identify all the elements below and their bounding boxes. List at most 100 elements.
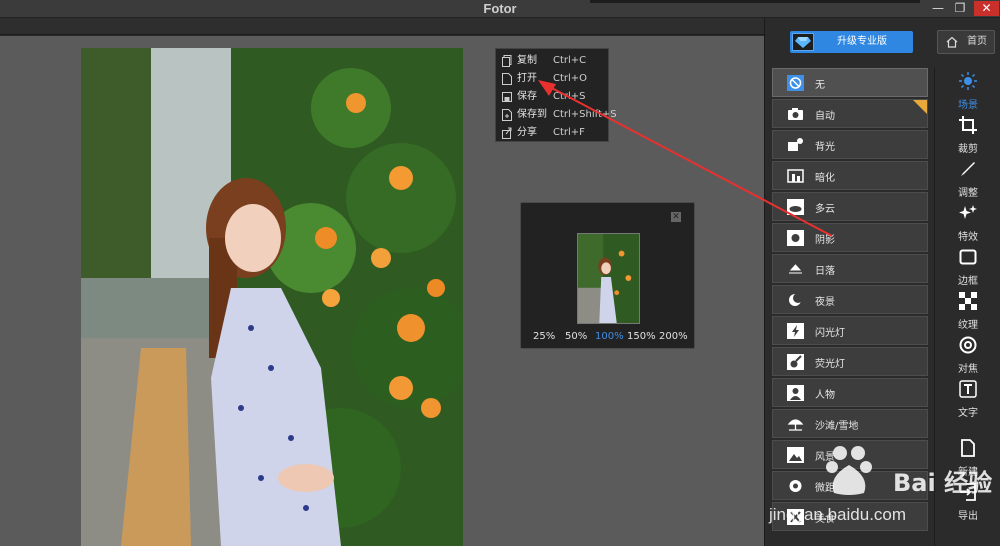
texture-icon bbox=[959, 292, 977, 310]
tool-label: 纹理 bbox=[958, 320, 978, 331]
restore-button[interactable]: ❐ bbox=[950, 1, 970, 16]
menu-item-label: 保存到 bbox=[517, 109, 547, 120]
effect-label: 日落 bbox=[815, 266, 835, 277]
beach-icon bbox=[787, 419, 804, 431]
fluorescent-icon bbox=[787, 354, 804, 370]
menu-item-shortcut: Ctrl+C bbox=[553, 55, 587, 66]
night-icon bbox=[789, 293, 803, 306]
menu-item-open[interactable]: 打开 Ctrl+O bbox=[496, 70, 608, 88]
camera-auto-icon bbox=[788, 108, 803, 120]
tool-label: 对焦 bbox=[958, 364, 978, 375]
open-file-icon bbox=[502, 73, 512, 85]
diamond-icon bbox=[792, 33, 814, 51]
effect-cloudy[interactable]: 多云 bbox=[772, 192, 928, 221]
effects-icon bbox=[959, 205, 977, 219]
preview-navigator: ✕ 25% 50% 100% 150% 200% bbox=[520, 202, 695, 349]
effect-label: 阴影 bbox=[815, 235, 835, 246]
zoom-150[interactable]: 150% bbox=[627, 331, 656, 342]
zoom-levels: 25% 50% 100% 150% 200% bbox=[521, 331, 696, 345]
home-button[interactable]: 首页 bbox=[937, 30, 995, 54]
tool-texture[interactable]: 纹理 bbox=[938, 292, 998, 336]
effect-portrait[interactable]: 人物 bbox=[772, 378, 928, 407]
title-bar: Fotor — ❐ ✕ bbox=[0, 0, 1000, 18]
top-toolbar bbox=[0, 18, 764, 35]
menu-item-label: 分享 bbox=[517, 127, 537, 138]
frame-icon bbox=[959, 249, 977, 265]
zoom-50[interactable]: 50% bbox=[565, 331, 587, 342]
effect-beach[interactable]: 沙滩/雪地 bbox=[772, 409, 928, 438]
tool-scene[interactable]: 场景 bbox=[938, 72, 998, 116]
shade-icon bbox=[787, 230, 804, 246]
tool-adjust[interactable]: 调整 bbox=[938, 160, 998, 204]
context-menu: 复制 Ctrl+C 打开 Ctrl+O 保存 Ctrl+S 保存到 Ctrl+S… bbox=[495, 48, 617, 142]
tool-effects[interactable]: 特效 bbox=[938, 204, 998, 248]
menu-item-shortcut: Ctrl+O bbox=[553, 73, 588, 84]
menu-item-shortcut: Ctrl+Shift+S bbox=[553, 109, 617, 120]
effect-label: 闪光灯 bbox=[815, 328, 845, 339]
save-as-icon bbox=[502, 109, 512, 121]
none-icon bbox=[787, 75, 804, 91]
close-button[interactable]: ✕ bbox=[974, 1, 999, 16]
effect-label: 暗化 bbox=[815, 173, 835, 184]
minimize-button[interactable]: — bbox=[928, 1, 948, 16]
menu-item-save-as[interactable]: 保存到 Ctrl+Shift+S bbox=[496, 106, 617, 124]
tool-label: 边框 bbox=[958, 276, 978, 287]
home-label: 首页 bbox=[967, 36, 987, 47]
tool-label: 文字 bbox=[958, 408, 978, 419]
effect-night[interactable]: 夜景 bbox=[772, 285, 928, 314]
tool-label: 调整 bbox=[958, 188, 978, 199]
darken-icon bbox=[787, 169, 804, 183]
effect-label: 无 bbox=[815, 80, 825, 91]
text-icon bbox=[959, 380, 977, 398]
effect-none[interactable]: 无 bbox=[772, 68, 928, 97]
effect-label: 人物 bbox=[815, 390, 835, 401]
adjust-icon bbox=[961, 162, 975, 176]
effect-shade[interactable]: 阴影 bbox=[772, 223, 928, 252]
pro-badge bbox=[913, 100, 927, 114]
save-icon bbox=[502, 92, 512, 102]
menu-item-share[interactable]: 分享 Ctrl+F bbox=[496, 124, 608, 142]
preview-close-button[interactable]: ✕ bbox=[671, 212, 681, 222]
tool-label: 场景 bbox=[958, 100, 978, 111]
tool-frame[interactable]: 边框 bbox=[938, 248, 998, 292]
focus-icon bbox=[959, 336, 977, 354]
tool-crop[interactable]: 裁剪 bbox=[938, 116, 998, 160]
flash-icon bbox=[787, 323, 804, 339]
copy-icon bbox=[502, 55, 512, 67]
effect-label: 多云 bbox=[815, 204, 835, 215]
sunset-icon bbox=[789, 264, 802, 274]
menu-item-shortcut: Ctrl+F bbox=[553, 127, 585, 138]
tool-label: 裁剪 bbox=[958, 144, 978, 155]
photo[interactable] bbox=[81, 48, 463, 546]
menu-item-save[interactable]: 保存 Ctrl+S bbox=[496, 88, 608, 106]
portrait-icon bbox=[787, 385, 804, 401]
upgrade-pro-button[interactable]: 升级专业版 bbox=[790, 31, 913, 53]
effect-flash[interactable]: 闪光灯 bbox=[772, 316, 928, 345]
backlight-icon bbox=[788, 138, 803, 151]
zoom-25[interactable]: 25% bbox=[533, 331, 555, 342]
share-icon bbox=[502, 127, 512, 139]
tool-text[interactable]: 文字 bbox=[938, 380, 998, 424]
crop-icon bbox=[959, 116, 977, 134]
effect-label: 夜景 bbox=[815, 297, 835, 308]
upgrade-label: 升级专业版 bbox=[837, 36, 887, 47]
effect-label: 自动 bbox=[815, 111, 835, 122]
effect-label: 背光 bbox=[815, 142, 835, 153]
preview-thumbnail[interactable] bbox=[577, 233, 640, 324]
effect-auto[interactable]: 自动 bbox=[772, 99, 928, 128]
watermark-url: jingyan.baidu.com bbox=[769, 505, 907, 524]
home-icon bbox=[946, 36, 958, 48]
window-title: Fotor bbox=[483, 1, 517, 16]
menu-item-label: 保存 bbox=[517, 91, 537, 102]
menu-item-copy[interactable]: 复制 Ctrl+C bbox=[496, 52, 608, 70]
effect-sunset[interactable]: 日落 bbox=[772, 254, 928, 283]
zoom-200[interactable]: 200% bbox=[659, 331, 688, 342]
menu-item-label: 复制 bbox=[517, 55, 537, 66]
effect-label: 沙滩/雪地 bbox=[815, 421, 859, 432]
effect-backlight[interactable]: 背光 bbox=[772, 130, 928, 159]
effect-darken[interactable]: 暗化 bbox=[772, 161, 928, 190]
zoom-100[interactable]: 100% bbox=[595, 331, 624, 342]
effect-fluorescent[interactable]: 荧光灯 bbox=[772, 347, 928, 376]
tool-focus[interactable]: 对焦 bbox=[938, 336, 998, 380]
menu-item-shortcut: Ctrl+S bbox=[553, 91, 586, 102]
